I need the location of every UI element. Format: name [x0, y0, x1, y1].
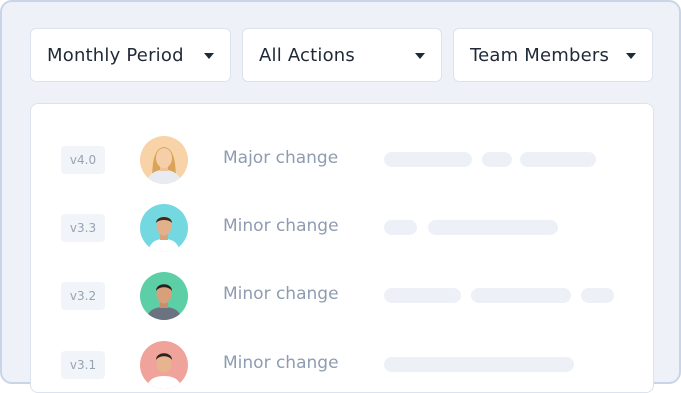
change-label: Minor change	[223, 353, 339, 373]
avatar	[140, 341, 188, 389]
placeholder-bar	[384, 357, 574, 372]
members-dropdown[interactable]: Team Members	[453, 28, 653, 82]
placeholder-bar	[520, 152, 596, 167]
list-item[interactable]: v3.1 Minor change	[31, 340, 653, 390]
list-item[interactable]: v4.0 Major change	[31, 135, 653, 185]
members-dropdown-label: Team Members	[470, 45, 610, 66]
chevron-down-icon	[626, 53, 636, 59]
avatar	[140, 136, 188, 184]
placeholder-bar	[581, 288, 614, 303]
placeholder-bar	[482, 152, 512, 167]
placeholder-bar	[428, 220, 558, 235]
placeholder-bar	[384, 152, 472, 167]
filter-bar: Monthly Period All Actions Team Members	[30, 28, 654, 84]
period-dropdown-label: Monthly Period	[47, 45, 184, 66]
activity-card: Monthly Period All Actions Team Members …	[0, 0, 681, 393]
actions-dropdown-label: All Actions	[259, 45, 355, 66]
placeholder-bar	[384, 220, 417, 235]
period-dropdown[interactable]: Monthly Period	[30, 28, 231, 82]
version-badge: v3.2	[61, 282, 105, 310]
avatar	[140, 272, 188, 320]
chevron-down-icon	[415, 53, 425, 59]
placeholder-bar	[384, 288, 461, 303]
chevron-down-icon	[204, 53, 214, 59]
change-label: Minor change	[223, 284, 339, 304]
version-badge: v3.3	[61, 214, 105, 242]
activity-list: v4.0 Major change v3.3 Minor change v3.2…	[30, 103, 654, 393]
actions-dropdown[interactable]: All Actions	[242, 28, 442, 82]
placeholder-bar	[471, 288, 571, 303]
change-label: Minor change	[223, 216, 339, 236]
list-item[interactable]: v3.3 Minor change	[31, 203, 653, 253]
version-badge: v3.1	[61, 351, 105, 379]
change-label: Major change	[223, 148, 339, 168]
version-badge: v4.0	[61, 146, 105, 174]
list-item[interactable]: v3.2 Minor change	[31, 271, 653, 321]
avatar	[140, 204, 188, 252]
